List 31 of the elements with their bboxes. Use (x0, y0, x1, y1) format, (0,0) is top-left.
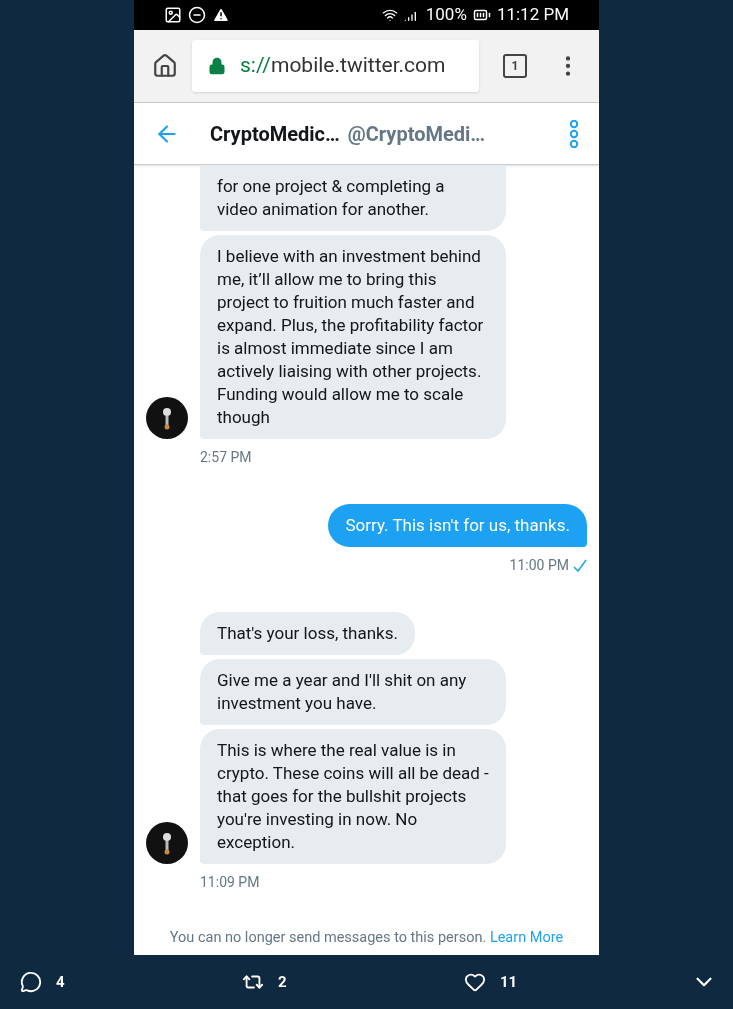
message-bubble: This is where the real value is in crypto. These coins will all be dead - that goes for the bullshit projects you're investing in now. No exception. (200, 729, 506, 864)
avatar[interactable] (146, 822, 188, 864)
action-count: 4 (56, 971, 65, 993)
notice-text: You can no longer send messages to this person. (169, 929, 487, 946)
message-bubble: Give me a year and I'll shit on any investment you have. (200, 659, 506, 725)
address-bar[interactable]: s://mobile.twitter.com (192, 40, 479, 92)
warning-icon (212, 6, 230, 24)
message-bubble: That's your loss, thanks. (200, 612, 415, 655)
contact-name: CryptoMedic… (210, 120, 340, 148)
image-icon (164, 6, 182, 24)
more-options-icon[interactable] (569, 119, 579, 148)
heart-icon[interactable] (464, 971, 486, 993)
contact-handle: @CryptoMedi… (347, 120, 486, 148)
message-time: 2:57 PM (200, 448, 252, 467)
tab-count-button[interactable]: 1 (503, 54, 527, 78)
message-bubble: Sorry. This isn't for us, thanks. (328, 504, 587, 547)
action-count: 11 (500, 971, 518, 993)
wifi-icon (381, 7, 398, 23)
url-text: s://mobile.twitter.com (240, 52, 446, 80)
avatar[interactable] (146, 397, 188, 439)
battery-percentage: 100% (425, 3, 467, 27)
do-not-disturb-icon (188, 6, 206, 24)
lock-icon (208, 57, 226, 75)
clock: 11:12 PM (496, 3, 569, 27)
message-bubble: for one project & completing a video animation for another. (200, 165, 506, 231)
home-icon[interactable] (152, 53, 178, 79)
action-count: 2 (278, 971, 287, 993)
reply-icon[interactable] (20, 971, 42, 993)
message-time: 11:09 PM (200, 873, 260, 892)
message-bubble: I believe with an investment behind me, it’ll allow me to bring this project to fruition much faster and expand. Plus, the profitability factor is almost immediate since I am actively liaising with other projects. Funding would allow me to scale though (200, 235, 506, 439)
message-time: 11:00 PM (509, 556, 569, 575)
